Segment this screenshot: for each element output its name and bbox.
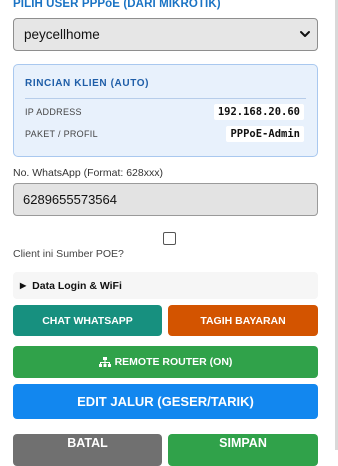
batal-label: BATAL	[67, 436, 108, 450]
card-divider	[25, 98, 306, 99]
poe-label: Client ini Sumber POE?	[13, 248, 124, 260]
client-details-card: RINCIAN KLIEN (AUTO) IP ADDRESS 192.168.…	[13, 64, 318, 157]
login-wifi-details-toggle[interactable]: ▶ Data Login & WiFi	[13, 272, 318, 299]
whatsapp-label: No. WhatsApp (Format: 628xxx)	[13, 167, 163, 179]
remote-router-button[interactable]: REMOTE ROUTER (ON)	[13, 346, 318, 378]
package-profile-value: PPPoE-Admin	[226, 126, 304, 142]
simpan-label: SIMPAN	[219, 436, 267, 450]
batal-button[interactable]: BATAL	[13, 434, 162, 466]
simpan-button[interactable]: SIMPAN	[168, 434, 318, 466]
network-icon	[98, 357, 111, 367]
tagih-bayaran-label: TAGIH BAYARAN	[200, 314, 286, 327]
client-details-title: RINCIAN KLIEN (AUTO)	[25, 78, 150, 89]
chat-whatsapp-label: CHAT WHATSAPP	[42, 314, 133, 327]
poe-checkbox[interactable]	[163, 232, 176, 245]
whatsapp-input-value: 6289655573564	[23, 192, 117, 207]
chat-whatsapp-button[interactable]: CHAT WHATSAPP	[13, 305, 162, 336]
whatsapp-input[interactable]: 6289655573564	[13, 183, 318, 216]
package-profile-label: PAKET / PROFIL	[25, 129, 98, 139]
remote-router-label: REMOTE ROUTER (ON)	[114, 356, 233, 368]
tagih-bayaran-button[interactable]: TAGIH BAYARAN	[168, 305, 318, 336]
chevron-down-icon	[300, 31, 310, 37]
edit-jalur-label: EDIT JALUR (GESER/TARIK)	[77, 394, 254, 409]
edit-jalur-button[interactable]: EDIT JALUR (GESER/TARIK)	[13, 384, 318, 419]
ip-address-value: 192.168.20.60	[213, 104, 304, 120]
ip-address-label: IP ADDRESS	[25, 107, 82, 117]
user-select-value: peycellhome	[24, 27, 100, 42]
user-select-label: PILIH USER PPPoE (DARI MIKROTIK)	[13, 0, 221, 10]
details-summary-label: Data Login & WiFi	[32, 279, 122, 292]
triangle-right-icon: ▶	[20, 281, 27, 290]
user-select[interactable]: peycellhome	[13, 18, 318, 51]
